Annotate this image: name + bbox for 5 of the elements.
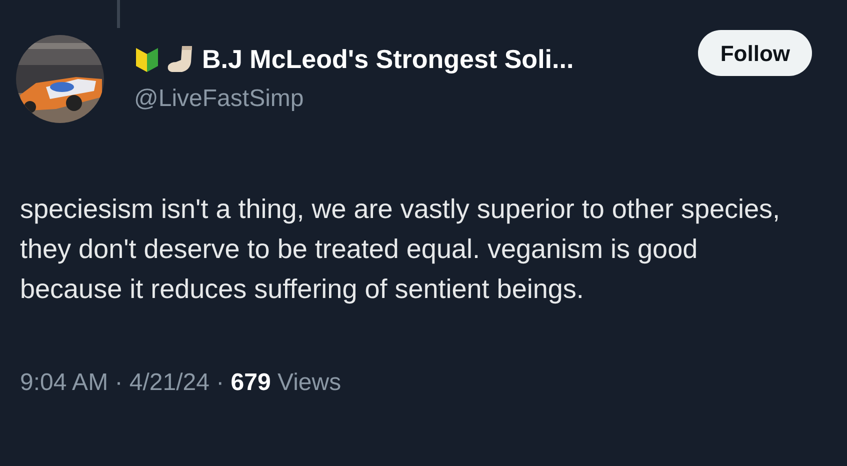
follow-button[interactable]: Follow [698, 30, 812, 76]
post-meta: 9:04 AM · 4/21/24 · 679 Views [20, 368, 342, 398]
author-name[interactable]: B.J McLeod's Strongest Soli... [202, 40, 574, 78]
post-text: speciesism isn't a thing, we are vastly superior to other species, they don't deserve to be treated equal. veganism is good because it reduces suffering of sentient beings. [20, 193, 781, 306]
author-handle[interactable]: @LiveFastSimp [134, 81, 304, 117]
